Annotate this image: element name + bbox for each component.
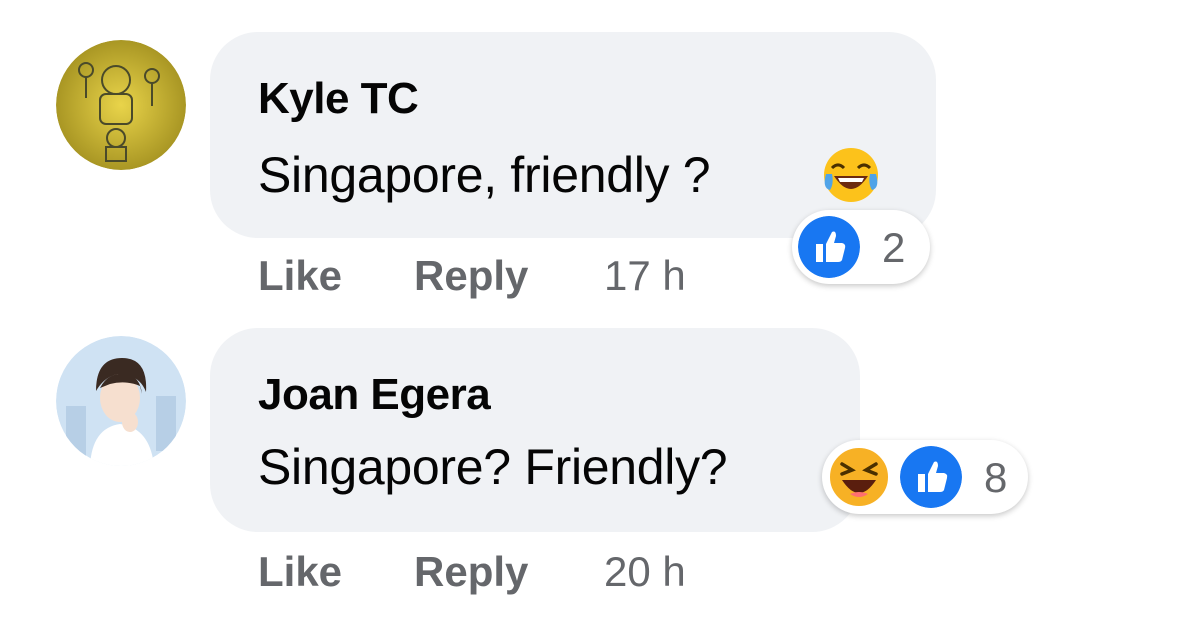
reaction-summary[interactable]: 8 <box>822 440 1028 514</box>
reply-button[interactable]: Reply <box>414 548 528 596</box>
comment-joan: Joan Egera Singapore? Friendly? 8 Like R… <box>0 0 1200 620</box>
comment-bubble <box>210 328 860 532</box>
like-button[interactable]: Like <box>258 548 342 596</box>
haha-icon <box>828 446 890 508</box>
comment-text: Singapore? Friendly? <box>258 439 728 495</box>
reaction-count: 8 <box>984 454 1008 501</box>
like-icon <box>900 446 962 508</box>
comment-author[interactable]: Joan Egera <box>258 370 491 420</box>
avatar-illustration-icon <box>56 336 186 466</box>
timestamp[interactable]: 20 h <box>604 548 686 596</box>
avatar[interactable] <box>56 336 186 466</box>
